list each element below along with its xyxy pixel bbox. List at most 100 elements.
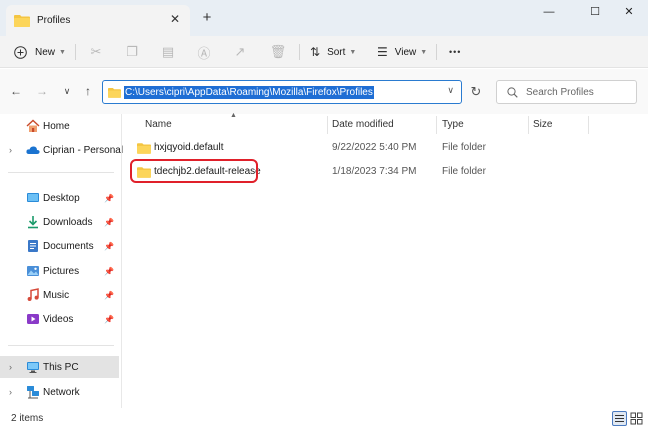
forward-button[interactable]: → (33, 82, 51, 100)
arrow-left-icon: ← (10, 84, 22, 98)
details-view-icon[interactable] (612, 411, 627, 426)
up-button[interactable]: ↑ (79, 82, 97, 100)
column-divider[interactable] (528, 116, 529, 134)
pin-icon[interactable]: 📌 (104, 242, 114, 251)
pin-icon[interactable]: 📌 (104, 267, 114, 276)
share-button[interactable]: ↗ (230, 41, 250, 63)
cut-icon: ✂ (90, 44, 102, 59)
refresh-icon: ↻ (470, 84, 482, 99)
sort-ascending-icon: ▲ (230, 112, 237, 119)
copy-icon: ❐ (126, 44, 138, 59)
new-button[interactable]: New ▼ (14, 41, 66, 63)
network-icon (27, 386, 39, 399)
title-bar: Profiles ✕ + — ☐ ✕ (0, 0, 648, 36)
new-button-label: New (35, 46, 56, 58)
copy-button[interactable]: ❐ (122, 41, 142, 63)
minimize-button[interactable]: — (534, 2, 564, 22)
file-type: File folder (442, 142, 486, 153)
sidebar-item-label: Music (43, 289, 70, 301)
navigation-pane: Home › Ciprian - Personal Desktop 📌 Down… (0, 114, 123, 408)
more-icon: ••• (449, 47, 462, 57)
folder-icon (108, 88, 121, 98)
close-window-button[interactable]: ✕ (614, 2, 644, 22)
chevron-right-icon[interactable]: › (9, 362, 12, 372)
sidebar-item-label: Downloads (43, 216, 93, 228)
new-tab-button[interactable]: + (198, 9, 216, 27)
back-button[interactable]: ← (7, 82, 25, 100)
document-icon (28, 240, 38, 252)
pin-icon[interactable]: 📌 (104, 315, 114, 324)
tab-label: Profiles (37, 15, 71, 26)
address-bar[interactable]: C:\Users\cipri\AppData\Roaming\Mozilla\F… (102, 80, 462, 104)
rename-button[interactable]: Ⓐ (194, 41, 214, 63)
column-header-type[interactable]: Type (442, 114, 464, 134)
cut-button[interactable]: ✂ (86, 41, 106, 63)
search-placeholder: Search Profiles (526, 86, 594, 98)
file-name: hxjqyoid.default (154, 142, 224, 153)
pin-icon[interactable]: 📌 (104, 291, 114, 300)
column-divider[interactable] (327, 116, 328, 134)
delete-button[interactable]: 🗑 (268, 41, 288, 63)
table-row[interactable]: hxjqyoid.default 9/22/2022 5:40 PM File … (122, 137, 648, 159)
view-button[interactable]: ☰ View ▼ (377, 41, 427, 63)
sidebar-item-videos[interactable]: Videos 📌 (0, 308, 119, 330)
address-path[interactable]: C:\Users\cipri\AppData\Roaming\Mozilla\F… (124, 86, 374, 99)
sidebar-item-onedrive[interactable]: › Ciprian - Personal (0, 139, 123, 161)
chevron-down-icon: ▼ (420, 48, 428, 56)
item-count: 2 items (11, 413, 44, 424)
column-divider[interactable] (588, 116, 589, 134)
folder-icon (14, 15, 30, 27)
share-icon: ↗ (234, 44, 246, 59)
sidebar-item-network[interactable]: › Network (0, 381, 119, 403)
sidebar-item-label: Ciprian - Personal (43, 144, 124, 156)
tab-close-icon[interactable]: ✕ (168, 12, 182, 26)
toolbar-divider (75, 44, 76, 60)
sidebar-divider (8, 345, 114, 346)
chevron-right-icon[interactable]: › (9, 387, 12, 397)
sidebar-item-label: Videos (43, 313, 74, 325)
trash-icon: 🗑 (269, 44, 287, 59)
rename-icon: Ⓐ (197, 45, 211, 61)
refresh-button[interactable]: ↻ (464, 80, 488, 104)
pin-icon[interactable]: 📌 (104, 218, 114, 227)
sidebar-item-downloads[interactable]: Downloads 📌 (0, 211, 119, 233)
sidebar-divider (8, 172, 114, 173)
sidebar-item-label: Home (43, 120, 70, 132)
paste-button[interactable]: ▤ (158, 41, 178, 63)
column-header-name[interactable]: Name (145, 114, 172, 134)
sidebar-item-music[interactable]: Music 📌 (0, 284, 119, 306)
sidebar-item-documents[interactable]: Documents 📌 (0, 235, 119, 257)
search-input[interactable]: Search Profiles (496, 80, 637, 104)
chevron-right-icon[interactable]: › (9, 145, 12, 155)
status-bar: 2 items (0, 408, 648, 429)
tab-profiles[interactable]: Profiles ✕ (6, 5, 190, 36)
pin-icon[interactable]: 📌 (104, 194, 114, 203)
column-divider[interactable] (436, 116, 437, 134)
music-icon (27, 288, 39, 301)
sidebar-item-desktop[interactable]: Desktop 📌 (0, 187, 119, 209)
chevron-down-icon: ∨ (63, 86, 71, 96)
file-type: File folder (442, 166, 486, 177)
recent-locations-button[interactable]: ∨ (58, 82, 76, 100)
column-header-date[interactable]: Date modified (332, 114, 394, 134)
sidebar-item-label: Documents (43, 240, 94, 252)
chevron-down-icon[interactable]: ∨ (447, 85, 454, 96)
maximize-button[interactable]: ☐ (580, 2, 610, 22)
toolbar-divider (436, 44, 437, 60)
computer-icon (27, 362, 39, 373)
file-date: 1/18/2023 7:34 PM (332, 166, 417, 177)
chevron-down-icon: ▼ (349, 48, 357, 56)
sidebar-item-this-pc[interactable]: › This PC (0, 356, 119, 378)
sort-button[interactable]: ⇅ Sort ▼ (310, 41, 356, 63)
toolbar-divider (299, 44, 300, 60)
more-options-button[interactable]: ••• (449, 41, 461, 63)
sidebar-item-home[interactable]: Home (0, 115, 119, 137)
sidebar-item-pictures[interactable]: Pictures 📌 (0, 260, 119, 282)
download-icon (28, 216, 38, 229)
column-header-size[interactable]: Size (533, 114, 552, 134)
file-date: 9/22/2022 5:40 PM (332, 142, 417, 153)
sidebar-item-label: This PC (43, 361, 79, 373)
view-button-label: View (394, 46, 417, 58)
thumbnails-view-icon[interactable] (629, 411, 644, 426)
home-icon (26, 119, 40, 132)
